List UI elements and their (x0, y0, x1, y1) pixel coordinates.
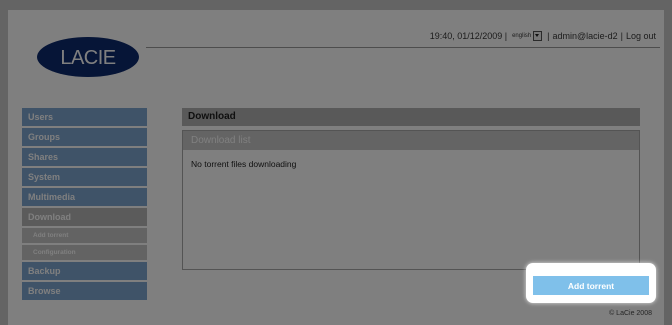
add-torrent-button[interactable]: Add torrent (533, 276, 649, 295)
highlight-spotlight: Add torrent (526, 263, 656, 303)
